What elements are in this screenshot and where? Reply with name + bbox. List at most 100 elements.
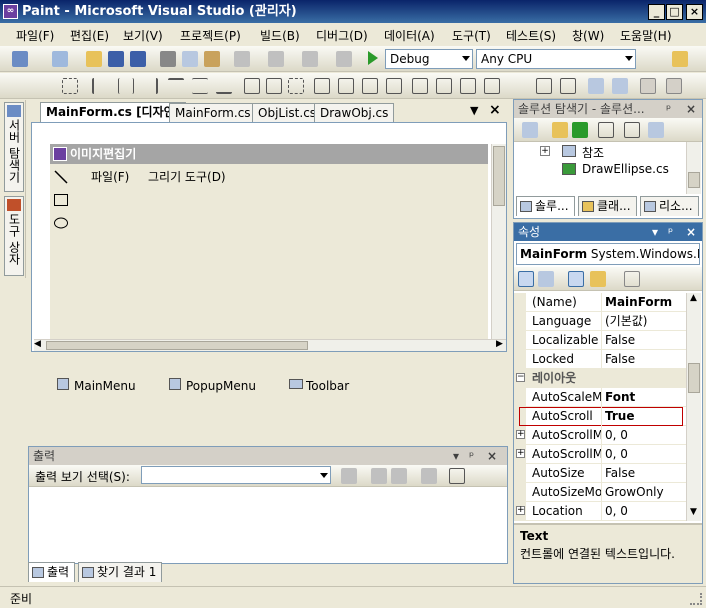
close-solution-explorer-icon[interactable]: × (686, 100, 696, 118)
align-middles-icon[interactable] (192, 78, 208, 94)
property-category-layout[interactable]: − 레이아웃 (514, 369, 686, 388)
tab-resource-view[interactable]: 리소... (640, 196, 699, 216)
property-row-autoscrollminsize[interactable]: + AutoScrollMi 0, 0 (514, 445, 686, 464)
save-icon[interactable] (108, 51, 124, 67)
window-position-icon[interactable]: ▾ (453, 447, 459, 465)
menu-test[interactable]: 테스트(S) (506, 27, 556, 44)
send-to-back-icon[interactable] (612, 78, 628, 94)
properties-icon[interactable] (522, 122, 538, 138)
tab-drawobj[interactable]: DrawObj.cs (314, 103, 395, 123)
auto-hide-pin-icon[interactable]: ᵖ (668, 223, 673, 241)
tab-class-view[interactable]: 클래... (578, 196, 637, 216)
tray-popupmenu[interactable]: PopupMenu (186, 379, 256, 393)
solution-explorer-scrollbar[interactable] (686, 142, 701, 194)
previous-message-icon[interactable] (371, 468, 387, 484)
close-properties-icon[interactable]: × (686, 223, 696, 241)
make-same-width-icon[interactable] (244, 78, 260, 94)
toolbox-tab[interactable]: 도구 상자 (4, 196, 24, 276)
active-files-icon[interactable]: ▼ (470, 104, 478, 117)
property-value[interactable]: False (602, 464, 680, 483)
cut-icon[interactable] (160, 51, 176, 67)
tab-find-results[interactable]: 찾기 결과 1 (78, 562, 163, 582)
close-output-icon[interactable]: × (487, 447, 497, 465)
scroll-right-icon[interactable]: ▶ (496, 339, 503, 349)
make-same-size-icon[interactable] (288, 78, 304, 94)
property-value[interactable]: 0, 0 (602, 426, 680, 445)
menu-help[interactable]: 도움말(H) (620, 27, 672, 44)
close-button[interactable]: × (686, 4, 703, 20)
resize-grip-icon[interactable] (690, 593, 702, 605)
design-horizontal-scrollbar[interactable]: ◀ ▶ (34, 339, 506, 351)
increase-vertical-spacing-icon[interactable] (436, 78, 452, 94)
events-icon[interactable] (590, 271, 606, 287)
save-all-icon[interactable] (130, 51, 146, 67)
increase-horizontal-spacing-icon[interactable] (338, 78, 354, 94)
line-icon[interactable] (54, 170, 68, 184)
menu-edit[interactable]: 편집(E) (70, 27, 109, 44)
form-menu-draw-tools[interactable]: 그리기 도구(D) (148, 168, 226, 185)
center-horizontally-icon[interactable] (536, 78, 552, 94)
tab-solution-explorer[interactable]: 솔루... (516, 196, 575, 216)
property-row-autoscroll[interactable]: AutoScroll True (514, 407, 686, 426)
solution-platform-combo[interactable]: Any CPU (476, 49, 636, 69)
property-value[interactable]: GrowOnly (602, 483, 680, 502)
undo-icon[interactable] (234, 51, 250, 67)
clear-all-icon[interactable] (421, 468, 437, 484)
property-value[interactable]: (기본값) (602, 312, 680, 331)
property-value[interactable]: MainForm (602, 293, 680, 312)
maximize-button[interactable]: □ (666, 4, 683, 20)
align-to-grid-icon[interactable] (62, 78, 78, 94)
remove-vertical-spacing-icon[interactable] (484, 78, 500, 94)
tree-item-references[interactable]: 참조 (582, 144, 604, 161)
alphabetical-icon[interactable] (538, 271, 554, 287)
show-all-files-icon[interactable] (552, 122, 568, 138)
navigate-forward-icon[interactable] (336, 51, 352, 67)
expand-icon[interactable]: + (516, 449, 525, 458)
align-tops-icon[interactable] (168, 78, 184, 94)
align-bottoms-icon[interactable] (216, 78, 232, 94)
expand-icon[interactable]: + (516, 430, 525, 439)
property-row-name[interactable]: (Name) MainForm (514, 293, 686, 312)
bring-to-front-icon[interactable] (588, 78, 604, 94)
scroll-thumb[interactable] (46, 341, 308, 350)
form-menu-file[interactable]: 파일(F) (91, 168, 129, 185)
expand-icon[interactable]: + (516, 506, 525, 515)
menu-build[interactable]: 빌드(B) (260, 27, 300, 44)
server-explorer-tab[interactable]: 서버 탐색기 (4, 102, 24, 192)
property-row-autosize[interactable]: AutoSize False (514, 464, 686, 483)
designer-form[interactable]: 이미지편집기 파일(F) 그리기 도구(D) (50, 144, 488, 342)
property-row-locked[interactable]: Locked False (514, 350, 686, 369)
start-debugging-icon[interactable] (368, 51, 378, 65)
menu-debug[interactable]: 디버그(D) (316, 27, 368, 44)
property-pages-icon[interactable] (624, 271, 640, 287)
property-value[interactable]: Font (602, 388, 680, 407)
tray-mainmenu[interactable]: MainMenu (74, 379, 136, 393)
property-row-localizable[interactable]: Localizable False (514, 331, 686, 350)
property-row-language[interactable]: Language (기본값) (514, 312, 686, 331)
refresh-icon[interactable] (572, 122, 588, 138)
object-selector[interactable]: MainForm System.Windows.Fo (516, 243, 700, 265)
tab-order-icon[interactable] (640, 78, 656, 94)
view-designer-icon[interactable] (624, 122, 640, 138)
tab-mainform-code[interactable]: MainForm.cs (169, 103, 257, 123)
property-row-autoscalemode[interactable]: AutoScaleMo Font (514, 388, 686, 407)
property-value[interactable]: False (602, 350, 680, 369)
auto-hide-pin-icon[interactable]: ᵖ (469, 447, 474, 465)
menu-view[interactable]: 보기(V) (123, 27, 163, 44)
scroll-left-icon[interactable]: ◀ (34, 339, 41, 349)
menu-window[interactable]: 창(W) (572, 27, 604, 44)
next-message-icon[interactable] (391, 468, 407, 484)
rectangle-icon[interactable] (54, 194, 68, 206)
auto-hide-pin-icon[interactable]: ᵖ (666, 100, 671, 118)
find-message-icon[interactable] (341, 468, 357, 484)
menu-data[interactable]: 데이터(A) (384, 27, 435, 44)
property-row-autosizemode[interactable]: AutoSizeMod GrowOnly (514, 483, 686, 502)
ellipse-icon[interactable] (54, 217, 68, 229)
redo-icon[interactable] (268, 51, 284, 67)
center-vertically-icon[interactable] (560, 78, 576, 94)
scroll-thumb[interactable] (688, 172, 700, 188)
remove-horizontal-spacing-icon[interactable] (386, 78, 402, 94)
tab-objlist[interactable]: ObjList.cs (252, 103, 323, 123)
minimize-button[interactable]: _ (648, 4, 665, 20)
categorized-icon[interactable] (518, 271, 534, 287)
